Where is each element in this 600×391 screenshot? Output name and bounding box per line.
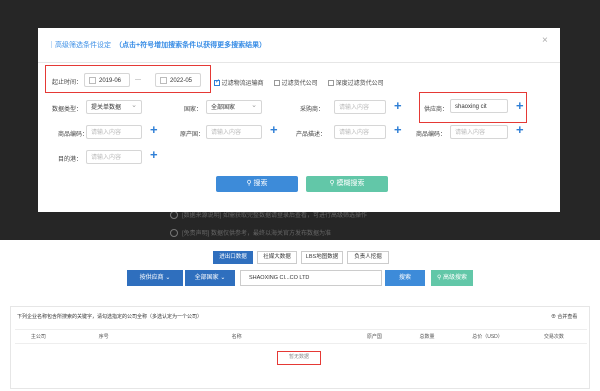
add-product-code-plus-icon[interactable]: + xyxy=(516,123,524,136)
origin-input[interactable]: 请输入内容 xyxy=(206,125,262,139)
origin-label: 原产国： xyxy=(180,132,205,138)
column-header: 主公司 xyxy=(30,334,46,340)
destination-port-label: 目的港： xyxy=(58,157,83,163)
add-description-plus-icon[interactable]: + xyxy=(394,123,402,136)
table-header-row: 主公司 序号 名称 原产国 总数量 总价（USD） 交易次数 xyxy=(15,329,587,344)
date-separator: — xyxy=(135,77,141,83)
column-header: 序号 xyxy=(98,334,109,340)
description-input[interactable]: 请输入内容 xyxy=(334,125,386,139)
advanced-search-button[interactable]: ⚲ 高级搜索 xyxy=(431,270,473,286)
results-panel: 下列企业名称包含所搜索的关键字，请勾选指定的公司全称（多选认定为一个公司） ⊕ … xyxy=(10,306,590,389)
column-header: 总数量 xyxy=(419,334,435,340)
advanced-filter-modal: ｜高级筛选条件设定 （点击+符号增加搜索条件以获得更多搜索结果） × 起止时间： … xyxy=(38,28,560,212)
add-buyer-plus-icon[interactable]: + xyxy=(394,99,402,112)
merge-view-link[interactable]: ⊕ 合并查看 xyxy=(551,313,577,320)
notice-text: 下列企业名称包含所搜索的关键字，请勾选指定的公司全称（多选认定为一个公司） xyxy=(17,314,203,320)
date-from-input[interactable]: 2019-06 xyxy=(84,73,130,87)
checkbox-icon[interactable] xyxy=(274,80,280,87)
faded-notice-2: [免责声明] 数据仅供参考，最终以海关官方发布数据为准 xyxy=(170,228,331,238)
period-label: 起止时间： xyxy=(52,80,83,86)
add-destination-plus-icon[interactable]: + xyxy=(150,148,158,161)
empty-state: 暂无数据 xyxy=(277,351,321,365)
tab-import-export[interactable]: 进出口数据 xyxy=(213,251,253,264)
deep-filter-forwarder-checkbox[interactable]: 深度过滤货代公司 xyxy=(328,78,384,87)
calendar-icon xyxy=(160,76,167,84)
fuzzy-search-button[interactable]: ⚲ 模糊搜索 xyxy=(306,176,388,192)
buyer-label: 采购商： xyxy=(300,107,325,113)
filter-logistics-checkbox[interactable]: 过滤物流运输商 xyxy=(214,78,264,87)
column-header: 名称 xyxy=(231,334,242,340)
description-label: 产品描述： xyxy=(296,132,327,138)
page-search-button[interactable]: 搜索 xyxy=(385,270,425,286)
modal-title: ｜高级筛选条件设定 （点击+符号增加搜索条件以获得更多搜索结果） xyxy=(48,42,267,49)
company-search-input[interactable]: SHAOXING CI...CO LTD xyxy=(240,270,382,286)
supplier-input[interactable]: shaoxing cit xyxy=(450,99,508,113)
country-dropdown[interactable]: 全部国家 ⌄ xyxy=(185,270,235,286)
search-icon: ⚲ xyxy=(329,180,337,187)
data-type-label: 数据类型： xyxy=(52,107,83,113)
checkbox-icon[interactable] xyxy=(328,80,334,87)
filter-forwarder-checkbox[interactable]: 过滤货代公司 xyxy=(274,78,318,87)
add-supplier-plus-icon[interactable]: + xyxy=(516,99,524,112)
product-code-label: 商品编码： xyxy=(416,132,447,138)
country-select[interactable]: 全部国家 xyxy=(206,100,262,114)
column-header: 交易次数 xyxy=(543,334,564,340)
data-type-select[interactable]: 提关单数据 xyxy=(86,100,142,114)
add-origin-plus-icon[interactable]: + xyxy=(270,123,278,136)
checkbox-checked-icon[interactable] xyxy=(214,80,220,87)
tab-person-in-charge[interactable]: 负责人挖掘 xyxy=(347,251,389,264)
calendar-icon xyxy=(89,76,96,84)
product-code-input[interactable]: 请输入内容 xyxy=(450,125,508,139)
close-icon[interactable]: × xyxy=(542,35,548,46)
hs-label: 商品编码： xyxy=(58,132,89,138)
column-header: 原产国 xyxy=(366,334,382,340)
date-to-input[interactable]: 2022-05 xyxy=(155,73,201,87)
country-label: 国家： xyxy=(184,107,203,113)
hs-input[interactable]: 请输入内容 xyxy=(86,125,142,139)
add-hs-plus-icon[interactable]: + xyxy=(150,123,158,136)
tab-social-media[interactable]: 社媒大数据 xyxy=(257,251,297,264)
results-table: 主公司 序号 名称 原产国 总数量 总价（USD） 交易次数 xyxy=(15,329,587,344)
search-icon: ⚲ xyxy=(246,180,254,187)
chevron-down-icon: ⌄ xyxy=(165,275,171,281)
tab-lbs-map[interactable]: LBS地图数据 xyxy=(301,251,343,264)
supplier-label: 供应商： xyxy=(424,107,449,113)
search-button[interactable]: ⚲ 搜索 xyxy=(216,176,298,192)
column-header xyxy=(62,330,83,344)
destination-port-input[interactable]: 请输入内容 xyxy=(86,150,142,164)
column-header: 总价（USD） xyxy=(472,334,503,340)
chevron-down-icon: ⌄ xyxy=(220,275,226,281)
modal-divider xyxy=(38,62,560,63)
buyer-input[interactable]: 请输入内容 xyxy=(334,100,386,114)
info-icon: ｜ xyxy=(48,42,55,49)
search-type-dropdown[interactable]: 按供应商 ⌄ xyxy=(127,270,183,286)
data-source-tabs: 进出口数据 社媒大数据 LBS地图数据 负责人挖掘 xyxy=(213,251,403,264)
